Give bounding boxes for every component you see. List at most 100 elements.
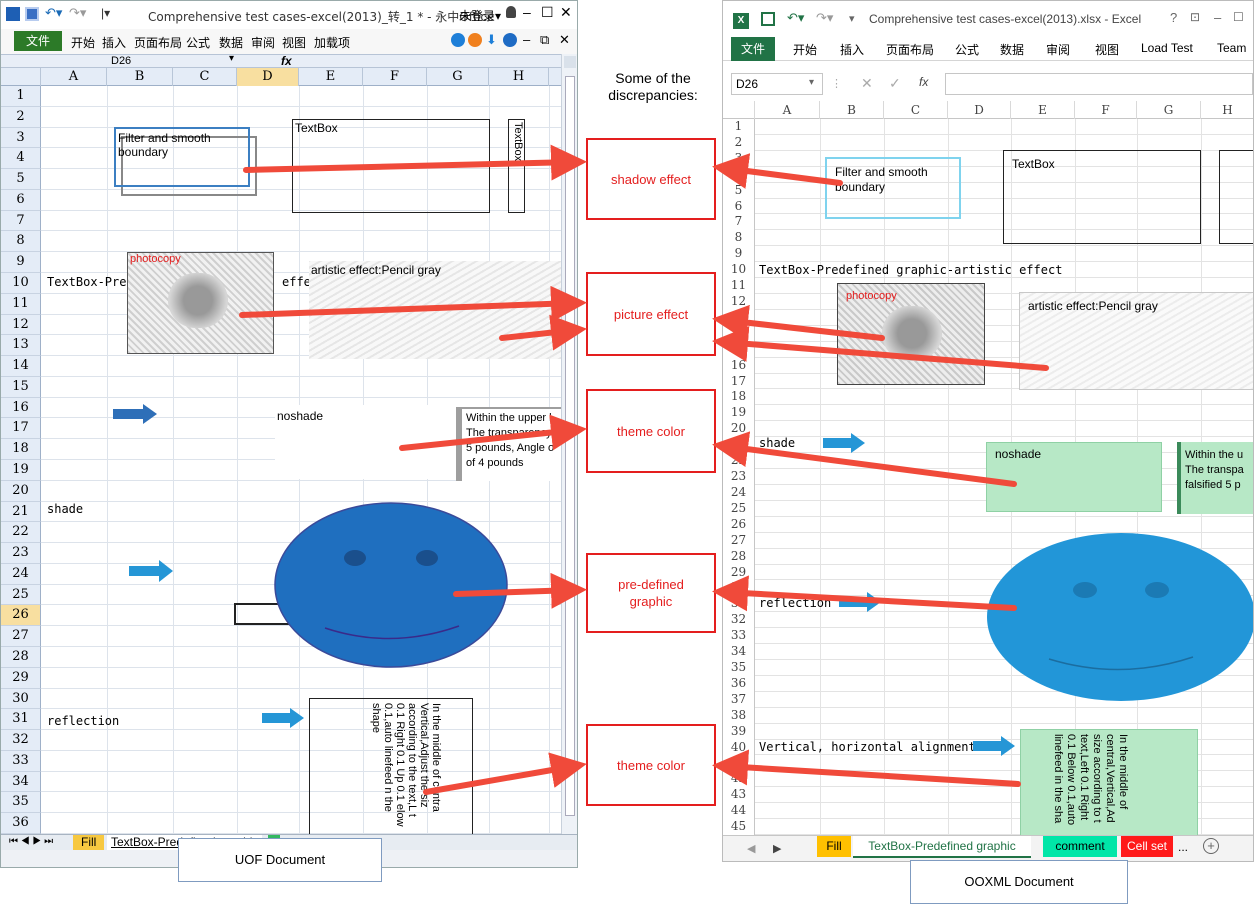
row-header[interactable]: 12 xyxy=(723,294,755,310)
row-header[interactable]: 5 xyxy=(723,182,755,199)
excel-sheet-grid[interactable]: 1 2 3 4 5 6 7 8 9 10 11 12 13 14 15 16 17 18 19 20 21 22 23 24 2… xyxy=(723,119,1253,837)
download-icon[interactable]: ⬇ xyxy=(486,32,497,48)
ribbon-data[interactable]: 数据 xyxy=(1000,41,1024,58)
column-header[interactable]: E xyxy=(299,68,363,86)
select-all-corner[interactable] xyxy=(1,68,41,86)
cell-a10[interactable]: TextBox-Predefined graphic-artistic effe… xyxy=(759,263,1062,277)
row-header[interactable]: 25 xyxy=(723,500,755,517)
menu-page-layout[interactable]: 页面布局 xyxy=(134,34,182,51)
row-header[interactable]: 9 xyxy=(1,252,41,273)
row-header[interactable]: 33 xyxy=(1,750,41,772)
row-header[interactable]: 9 xyxy=(723,246,755,263)
ribbon-load-test[interactable]: Load Test xyxy=(1141,41,1193,55)
row-header[interactable]: 8 xyxy=(723,230,755,247)
column-header[interactable]: D xyxy=(237,68,299,86)
login-status[interactable]: 未登录▾ xyxy=(459,7,501,24)
column-header[interactable]: A xyxy=(41,68,107,86)
row-header[interactable]: 38 xyxy=(723,707,755,724)
ribbon-insert[interactable]: 插入 xyxy=(840,41,864,58)
row-header[interactable]: 11 xyxy=(1,293,41,315)
back-icon[interactable] xyxy=(451,33,465,47)
row-header[interactable]: 39 xyxy=(723,723,755,740)
insert-function-icon[interactable]: fx xyxy=(919,75,928,89)
row-header[interactable]: 14 xyxy=(723,325,755,342)
customize-qat-icon[interactable]: ▾ xyxy=(849,12,855,25)
row-header[interactable]: 19 xyxy=(1,460,41,481)
row-header[interactable]: 37 xyxy=(723,691,755,708)
ribbon-review[interactable]: 审阅 xyxy=(1046,41,1070,58)
redo-icon[interactable]: ↷▾ xyxy=(816,10,833,26)
row-header[interactable]: 10 xyxy=(723,262,755,279)
name-box-dropdown-icon[interactable]: ▾ xyxy=(229,53,234,64)
help-icon[interactable] xyxy=(503,33,517,47)
redo-icon[interactable]: ↷▾ xyxy=(69,5,86,21)
row-header[interactable]: 7 xyxy=(723,214,755,231)
ribbon-close-icon[interactable]: ✕ xyxy=(559,32,570,48)
ribbon-file[interactable]: 文件 xyxy=(731,37,775,61)
row-header[interactable]: 13 xyxy=(1,335,41,357)
row-header[interactable]: 7 xyxy=(1,210,41,232)
blue-arrow-shape-24[interactable] xyxy=(129,560,175,582)
vertical-textbox-shape[interactable]: TextBox xyxy=(508,119,525,213)
cell-a21[interactable]: shade xyxy=(47,502,83,516)
menu-view[interactable]: 视图 xyxy=(282,34,306,51)
add-sheet-icon[interactable]: + xyxy=(1203,838,1219,854)
column-header[interactable]: H xyxy=(1201,101,1253,119)
quick-access-menu-icon[interactable]: |▾ xyxy=(101,6,110,20)
name-box[interactable]: D26 xyxy=(111,55,131,67)
column-header[interactable]: F xyxy=(1075,101,1137,119)
row-header[interactable]: 3 xyxy=(1,127,41,149)
pencil-gray-picture[interactable]: artistic effect:Pencil gray xyxy=(309,261,561,359)
row-header[interactable]: 36 xyxy=(1,813,41,834)
row-header[interactable]: 6 xyxy=(1,189,41,211)
menu-file[interactable]: 文件 xyxy=(14,31,62,51)
row-header[interactable]: 11 xyxy=(723,278,755,295)
filter-smooth-textbox[interactable]: Filter and smooth boundary xyxy=(114,127,250,187)
column-header[interactable]: F xyxy=(363,68,427,86)
ribbon-formulas[interactable]: 公式 xyxy=(955,41,979,58)
row-header[interactable]: 8 xyxy=(1,231,41,253)
tab-next-icon[interactable]: ▶ xyxy=(773,842,781,855)
function-icon[interactable]: fx xyxy=(281,54,292,68)
row-header[interactable]: 27 xyxy=(723,532,755,549)
row-header[interactable]: 4 xyxy=(723,166,755,183)
cell-a31[interactable]: reflection xyxy=(47,714,119,728)
row-header[interactable]: 35 xyxy=(1,792,41,814)
tab-textbox-predefined[interactable]: TextBox-Predefined graphic xyxy=(853,836,1031,858)
within-upper-shape[interactable]: Within the upper l The transparency 5 po… xyxy=(456,407,561,481)
row-header[interactable]: 30 xyxy=(723,580,755,597)
select-all-corner[interactable] xyxy=(723,101,755,119)
row-header[interactable]: 24 xyxy=(723,484,755,501)
tab-prev-icon[interactable]: ◀ xyxy=(747,842,755,855)
cell-a31[interactable]: reflection xyxy=(759,596,831,610)
vertical-textbox-shape[interactable] xyxy=(1219,150,1253,244)
undo-icon[interactable]: ↶▾ xyxy=(45,5,62,21)
column-header[interactable]: B xyxy=(107,68,173,86)
vertical-alignment-shape[interactable]: In the middle of centra Vertical,Adjust … xyxy=(309,698,473,838)
tab-cell-set[interactable]: Cell set xyxy=(1121,836,1173,857)
save-icon[interactable] xyxy=(761,12,775,26)
blue-arrow-shape-31[interactable] xyxy=(262,708,306,728)
row-header[interactable]: 26 xyxy=(1,605,41,627)
row-header[interactable]: 34 xyxy=(1,771,41,793)
row-header[interactable]: 20 xyxy=(723,421,755,438)
row-header[interactable]: 34 xyxy=(723,644,755,660)
blue-arrow-shape-21[interactable] xyxy=(823,433,869,453)
row-header[interactable]: 4 xyxy=(1,148,41,170)
menu-data[interactable]: 数据 xyxy=(219,34,243,51)
row-header[interactable]: 5 xyxy=(1,169,41,190)
vertical-alignment-shape[interactable]: In the middle of central,Vertical,Ad siz… xyxy=(1020,729,1198,837)
column-header[interactable]: D xyxy=(948,101,1011,119)
cell-a10[interactable]: TextBox-Pred xyxy=(47,275,134,289)
vertical-scrollbar[interactable] xyxy=(561,54,577,834)
row-header[interactable]: 2 xyxy=(1,106,41,128)
pencil-gray-picture[interactable]: artistic effect:Pencil gray xyxy=(1019,292,1253,390)
row-header[interactable]: 26 xyxy=(723,516,755,533)
blue-arrow-shape-40[interactable] xyxy=(973,736,1017,756)
row-header[interactable]: 45 xyxy=(723,819,755,835)
row-header[interactable]: 15 xyxy=(1,376,41,398)
column-header[interactable]: G xyxy=(427,68,489,86)
column-header[interactable]: H xyxy=(489,68,549,86)
row-header[interactable]: 31 xyxy=(1,709,41,731)
row-header[interactable]: 43 xyxy=(723,787,755,804)
